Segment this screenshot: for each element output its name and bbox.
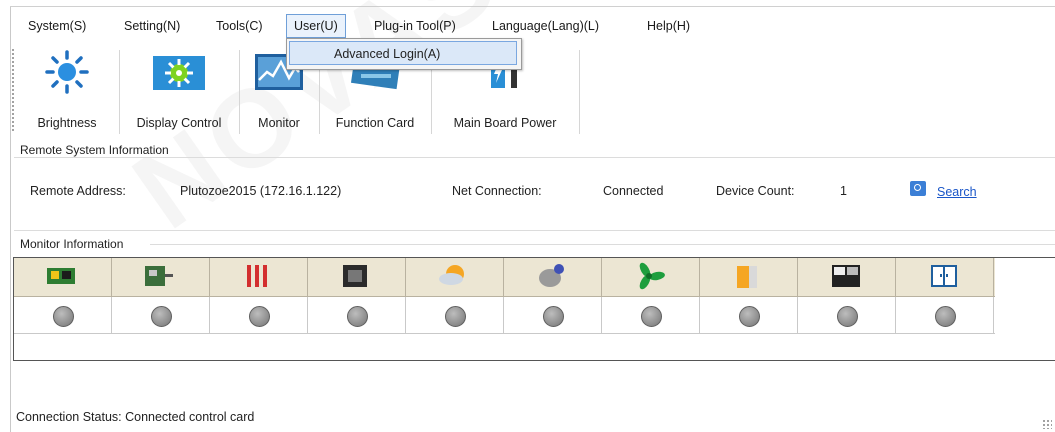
- toolbar-separator: [579, 50, 580, 134]
- receiving-card-column: [14, 258, 112, 296]
- status-cell: [210, 297, 308, 333]
- menu-bar: System(S) Setting(N) Tools(C) User(U) Pl…: [11, 14, 1055, 38]
- remote-group-border: [14, 157, 1055, 158]
- fan-icon: [639, 262, 665, 290]
- status-cell: [14, 297, 112, 333]
- device-count-label: Device Count:: [716, 184, 795, 198]
- power-battery-icon: [737, 266, 757, 288]
- status-indicator: [445, 306, 466, 327]
- remote-group-bottom-border: [14, 230, 1055, 231]
- weather-column: [406, 258, 504, 296]
- status-indicator: [347, 306, 368, 327]
- status-indicator: [935, 306, 956, 327]
- menu-setting[interactable]: Setting(N): [117, 14, 187, 38]
- status-indicator: [151, 306, 172, 327]
- door-panel-column: [896, 258, 994, 296]
- status-cell: [308, 297, 406, 333]
- connection-status: Connection Status: Connected control car…: [16, 410, 255, 424]
- status-indicator: [53, 306, 74, 327]
- door-panel-icon: [931, 265, 957, 287]
- monitor-group-border: [150, 244, 1055, 245]
- search-link[interactable]: Search: [937, 185, 977, 199]
- brightness-button[interactable]: Brightness: [21, 44, 113, 136]
- user-menu-dropdown: Advanced Login(A): [286, 38, 522, 70]
- toolbar-separator: [119, 50, 120, 134]
- monitor-label: Monitor: [258, 116, 300, 130]
- status-cell: [504, 297, 602, 333]
- status-cell: [798, 297, 896, 333]
- cabinet-door-icon: [832, 265, 860, 287]
- monitor-group-title: Monitor Information: [20, 237, 128, 251]
- remote-address-value: Plutozoe2015 (172.16.1.122): [180, 184, 342, 198]
- menu-plugin-tool[interactable]: Plug-in Tool(P): [367, 14, 463, 38]
- menu-tools[interactable]: Tools(C): [209, 14, 270, 38]
- net-connection-label: Net Connection:: [452, 184, 542, 198]
- status-indicator: [837, 306, 858, 327]
- cabinet-door-column: [798, 258, 896, 296]
- main-board-power-label: Main Board Power: [453, 116, 557, 130]
- temperature-column: [210, 258, 308, 296]
- power-column: [700, 258, 798, 296]
- monitor-status-row: [14, 297, 995, 334]
- window-top-border: [10, 6, 1055, 7]
- status-cell: [112, 297, 210, 333]
- receiving-card-icon: [47, 268, 75, 284]
- status-cell: [896, 297, 994, 333]
- function-card-label: Function Card: [335, 116, 415, 130]
- weather-humidity-icon: [439, 265, 464, 285]
- status-cell: [700, 297, 798, 333]
- net-connection-value: Connected: [603, 184, 664, 198]
- control-card-column: [112, 258, 210, 296]
- toolbar: Brightness Display Control Monitor Funct…: [11, 44, 1055, 136]
- status-cell: [602, 297, 700, 333]
- brightness-icon: [45, 50, 89, 94]
- status-indicator: [543, 306, 564, 327]
- menu-user[interactable]: User(U): [286, 14, 346, 38]
- advanced-login-menu-item[interactable]: Advanced Login(A): [289, 41, 517, 65]
- chip-icon: [343, 265, 367, 287]
- display-control-label: Display Control: [136, 116, 222, 130]
- smoke-sensor-column: [504, 258, 602, 296]
- remote-address-label: Remote Address:: [30, 184, 126, 198]
- resize-grip[interactable]: [1042, 419, 1052, 429]
- toolbar-grip[interactable]: [11, 48, 15, 132]
- monitor-table-header: [14, 258, 995, 297]
- chip-column: [308, 258, 406, 296]
- status-cell: [406, 297, 504, 333]
- device-count-value: 1: [840, 184, 847, 198]
- status-indicator: [739, 306, 760, 327]
- menu-system[interactable]: System(S): [21, 14, 93, 38]
- status-indicator: [249, 306, 270, 327]
- display-control-button[interactable]: Display Control: [123, 44, 235, 136]
- brightness-label: Brightness: [37, 116, 97, 130]
- status-indicator: [641, 306, 662, 327]
- control-card-icon: [145, 266, 173, 286]
- menu-language[interactable]: Language(Lang)(L): [485, 14, 606, 38]
- smoke-sensor-icon: [539, 264, 564, 287]
- display-control-icon: [153, 56, 205, 90]
- temperature-icon: [247, 265, 267, 287]
- fan-column: [602, 258, 700, 296]
- toolbar-separator: [239, 50, 240, 134]
- remote-group-title: Remote System Information: [20, 143, 173, 157]
- menu-help[interactable]: Help(H): [640, 14, 697, 38]
- search-icon[interactable]: [910, 181, 926, 196]
- monitor-table: [13, 257, 1055, 361]
